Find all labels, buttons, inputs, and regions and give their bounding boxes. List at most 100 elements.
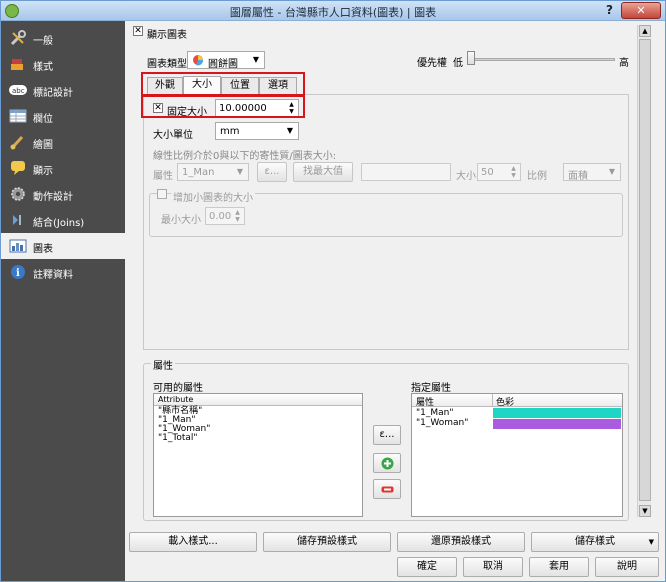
increase-small-label: 增加小圖表的大小 (171, 189, 255, 204)
join-icon (13, 215, 21, 225)
pie-chart-icon (193, 55, 204, 66)
priority-slider-handle[interactable] (467, 51, 475, 65)
fixed-size-highlight-box (141, 95, 305, 118)
brush-icon (10, 135, 24, 150)
svg-text:i: i (16, 268, 20, 279)
ratio-value: 面積 (568, 171, 588, 182)
ok-button[interactable]: 確定 (397, 557, 457, 577)
attribute-value: 1_Man (182, 167, 215, 178)
show-diagrams-checkbox[interactable]: ✕ (133, 26, 143, 36)
priority-slider-track[interactable] (467, 58, 615, 61)
scroll-up-icon[interactable]: ▲ (639, 25, 651, 37)
restore-default-style-button[interactable]: 還原預設樣式 (397, 532, 525, 552)
remove-attribute-button[interactable] (373, 479, 401, 499)
priority-label: 優先權 (417, 58, 447, 69)
sidebar-item-label: 繪圖 (33, 140, 53, 151)
sidebar-item-label: 結合(Joins) (33, 218, 85, 229)
help-icon[interactable]: ? (606, 3, 613, 17)
svg-text:abc: abc (12, 87, 25, 95)
show-diagrams-label: 顯示圖表 (147, 30, 187, 41)
size-unit-label: 大小單位 (153, 130, 193, 141)
size-unit-value: mm (220, 126, 240, 137)
size-value-input[interactable]: 50 ▲ ▼ (477, 163, 521, 181)
spin-arrows-icon[interactable]: ▲ ▼ (508, 165, 519, 179)
increase-small-checkbox[interactable] (157, 189, 167, 199)
table-icon (9, 109, 27, 123)
speech-bubble-icon (11, 161, 25, 175)
chart-icon (9, 239, 27, 253)
assigned-attributes-label: 指定屬性 (411, 383, 451, 394)
sidebar-item-fields[interactable]: 欄位 (1, 103, 125, 129)
attribute-column-header: Attribute (158, 395, 194, 404)
chevron-down-icon: ▼ (252, 55, 260, 64)
layer-properties-window: 圖層屬性 - 台灣縣市人口資料(圖表) | 圖表 ? ✕ 一般 樣式 abc 標… (0, 0, 666, 582)
save-default-style-button[interactable]: 儲存預設樣式 (263, 532, 391, 552)
cancel-button[interactable]: 取消 (463, 557, 523, 577)
sidebar-item-joins[interactable]: 結合(Joins) (1, 207, 125, 233)
attribute-label: 屬性 (153, 171, 173, 182)
ratio-label: 比例 (527, 171, 547, 182)
size-label: 大小 (456, 171, 476, 182)
find-max-button[interactable]: 找最大值 (293, 162, 353, 182)
priority-high-label: 高 (619, 58, 629, 69)
expression-button[interactable]: ε... (373, 425, 401, 445)
sidebar-item-display[interactable]: 顯示 (1, 155, 125, 181)
close-button[interactable]: ✕ (621, 2, 661, 19)
ratio-dropdown[interactable]: 面積 ▼ (563, 163, 621, 182)
panel-scrollbar[interactable]: ▲ ▼ (637, 25, 651, 517)
chevron-down-icon: ▼ (648, 538, 654, 546)
minus-icon (381, 486, 394, 493)
priority-low-label: 低 (453, 58, 463, 69)
sidebar: 一般 樣式 abc 標記設計 欄位 繪圖 顯示 動作設計 結合(Joins) 圖… (1, 21, 125, 581)
spin-arrows-icon[interactable]: ▲ ▼ (232, 209, 243, 223)
column-divider (492, 394, 493, 407)
min-size-value: 0.00 (209, 211, 232, 222)
assigned-attributes-list[interactable]: 屬性 色彩 "1_Man" "1_Woman" (411, 393, 623, 517)
scroll-thumb[interactable] (639, 39, 651, 501)
min-size-input[interactable]: 0.00 ▲ ▼ (205, 207, 245, 225)
assigned-item-name[interactable]: "1_Woman" (416, 419, 468, 428)
sidebar-item-label: 樣式 (33, 62, 53, 73)
add-attribute-button[interactable] (373, 453, 401, 473)
sidebar-item-diagrams[interactable]: 圖表 (1, 233, 125, 259)
max-value-input[interactable] (361, 163, 451, 181)
sidebar-item-label: 註釋資料 (33, 270, 73, 281)
sidebar-item-rendering[interactable]: 繪圖 (1, 129, 125, 155)
info-icon: i (11, 265, 25, 279)
sidebar-item-label: 動作設計 (33, 192, 73, 203)
load-style-button[interactable]: 載入樣式... (129, 532, 257, 552)
apply-button[interactable]: 套用 (529, 557, 589, 577)
save-style-label: 儲存樣式 (575, 536, 615, 547)
label-abc-icon: abc (9, 85, 27, 95)
save-style-button[interactable]: 儲存樣式 ▼ (531, 532, 659, 552)
sidebar-item-actions[interactable]: 動作設計 (1, 181, 125, 207)
size-unit-dropdown[interactable]: mm ▼ (215, 122, 299, 140)
available-attributes-label: 可用的屬性 (153, 383, 203, 394)
gear-icon (11, 187, 25, 201)
chart-type-dropdown[interactable]: 圓餅圖 ▼ (187, 51, 265, 70)
sidebar-item-general[interactable]: 一般 (1, 25, 125, 51)
attributes-group-label: 屬性 (151, 357, 175, 372)
assigned-item-name[interactable]: "1_Man" (416, 409, 454, 418)
paintbrush-icon (11, 59, 23, 70)
help-button[interactable]: 說明 (595, 557, 659, 577)
sidebar-item-metadata[interactable]: i 註釋資料 (1, 259, 125, 285)
assigned-attributes-header: 屬性 色彩 (412, 394, 622, 408)
color-swatch[interactable] (493, 419, 621, 429)
chevron-down-icon: ▼ (236, 167, 244, 176)
attribute-dropdown[interactable]: 1_Man ▼ (177, 163, 249, 181)
window-title: 圖層屬性 - 台灣縣市人口資料(圖表) | 圖表 (229, 6, 437, 19)
available-attributes-list[interactable]: Attribute "縣市名稱" "1_Man" "1_Woman" "1_To… (153, 393, 363, 517)
chevron-down-icon: ▼ (608, 167, 616, 176)
list-item[interactable]: "1_Total" (158, 434, 198, 443)
chevron-down-icon: ▼ (286, 126, 294, 135)
sidebar-item-label: 一般 (33, 36, 53, 47)
sidebar-item-style[interactable]: 樣式 (1, 51, 125, 77)
scroll-down-icon[interactable]: ▼ (639, 505, 651, 517)
scale-hint-label: 線性比例介於0與以下的寄性質/圖表大小: (153, 151, 337, 162)
attribute-column-header: 屬性 (416, 398, 435, 408)
expression-button[interactable]: ε... (257, 162, 287, 182)
sidebar-item-labels[interactable]: abc 標記設計 (1, 77, 125, 103)
color-swatch[interactable] (493, 408, 621, 418)
sidebar-item-label: 圖表 (33, 244, 53, 255)
